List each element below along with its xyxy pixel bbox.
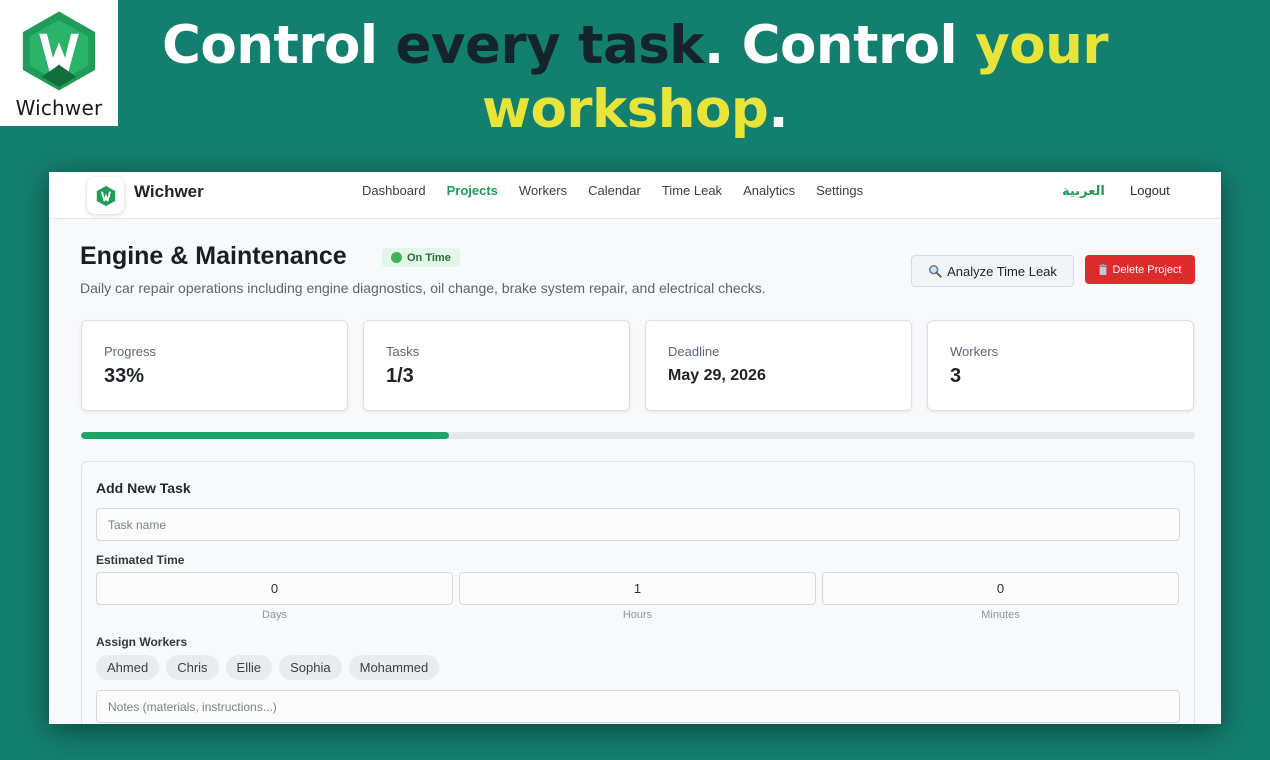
analyze-label: Analyze Time Leak <box>947 263 1057 279</box>
status-dot-icon <box>391 252 402 263</box>
days-input[interactable] <box>96 572 453 605</box>
worker-chip-ellie[interactable]: Ellie <box>225 655 273 680</box>
progress-fill <box>81 432 449 439</box>
stat-label: Tasks <box>386 344 420 359</box>
status-text: On Time <box>407 251 451 264</box>
worker-chip-chris[interactable]: Chris <box>166 655 219 680</box>
add-task-title: Add New Task <box>96 480 191 496</box>
stat-label: Deadline <box>668 344 720 359</box>
headline-part: Control <box>161 15 396 76</box>
nav-link-projects[interactable]: Projects <box>447 183 498 198</box>
nav-brand[interactable]: Wichwer <box>134 182 204 202</box>
stat-label: Workers <box>950 344 999 359</box>
worker-chip-ahmed[interactable]: Ahmed <box>96 655 160 680</box>
hours-caption: Hours <box>622 609 653 621</box>
nav-logo[interactable] <box>87 177 124 214</box>
assign-workers-label: Assign Workers <box>96 635 188 649</box>
delete-project-button[interactable]: Delete Project <box>1085 255 1195 284</box>
add-task-panel: Add New Task Estimated Time Days Hours M… <box>81 461 1195 724</box>
stat-card-workers: Workers 3 <box>927 320 1194 411</box>
minutes-caption: Minutes <box>981 609 1020 621</box>
analyze-time-leak-button[interactable]: Analyze Time Leak <box>911 255 1074 287</box>
brand-logo: Wichwer <box>0 0 118 126</box>
wichwer-logo-icon <box>96 185 115 206</box>
project-progress-bar <box>81 432 1195 439</box>
stat-label: Progress <box>104 344 157 359</box>
app-window: Wichwer Dashboard Projects Workers Calen… <box>49 172 1221 724</box>
project-description: Daily car repair operations including en… <box>80 280 766 296</box>
project-title: Engine & Maintenance <box>80 242 347 270</box>
navbar: Wichwer Dashboard Projects Workers Calen… <box>49 172 1221 219</box>
stat-card-deadline: Deadline May 29, 2026 <box>645 320 912 411</box>
stat-value: May 29, 2026 <box>668 367 766 384</box>
magnifier-icon <box>929 264 942 278</box>
worker-chip-mohammed[interactable]: Mohammed <box>348 655 440 680</box>
hours-input[interactable] <box>459 572 816 605</box>
headline-part: . Control <box>704 15 976 76</box>
logout-link[interactable]: Logout <box>1130 183 1170 198</box>
worker-chip-sophia[interactable]: Sophia <box>279 655 342 680</box>
days-caption: Days <box>261 609 288 621</box>
nav-link-settings[interactable]: Settings <box>816 183 863 198</box>
task-name-input[interactable] <box>96 508 1180 541</box>
headline: Control every task. Control your worksho… <box>150 14 1120 142</box>
nav-link-workers[interactable]: Workers <box>519 183 567 198</box>
brand-name: Wichwer <box>15 96 103 120</box>
notes-input[interactable] <box>96 690 1180 723</box>
trash-icon <box>1099 264 1108 275</box>
delete-label: Delete Project <box>1112 263 1182 276</box>
worker-chips: Ahmed Chris Ellie Sophia Mohammed <box>96 655 440 680</box>
stat-value: 33% <box>104 365 145 387</box>
stat-value: 3 <box>950 365 962 387</box>
nav-link-time-leak[interactable]: Time Leak <box>662 183 722 198</box>
nav-link-calendar[interactable]: Calendar <box>588 183 641 198</box>
wichwer-logo-icon <box>22 11 96 91</box>
minutes-input[interactable] <box>822 572 1179 605</box>
stat-card-tasks: Tasks 1/3 <box>363 320 630 411</box>
language-toggle[interactable]: العربية <box>1062 183 1105 199</box>
nav-link-analytics[interactable]: Analytics <box>743 183 795 198</box>
status-badge: On Time <box>382 248 460 267</box>
nav-link-dashboard[interactable]: Dashboard <box>362 183 426 198</box>
headline-part: . <box>768 79 789 140</box>
estimated-time-label: Estimated Time <box>96 553 185 567</box>
stat-card-progress: Progress 33% <box>81 320 348 411</box>
nav-links: Dashboard Projects Workers Calendar Time… <box>362 183 884 198</box>
headline-highlight-dark: every task <box>395 15 705 76</box>
stat-value: 1/3 <box>386 365 414 387</box>
